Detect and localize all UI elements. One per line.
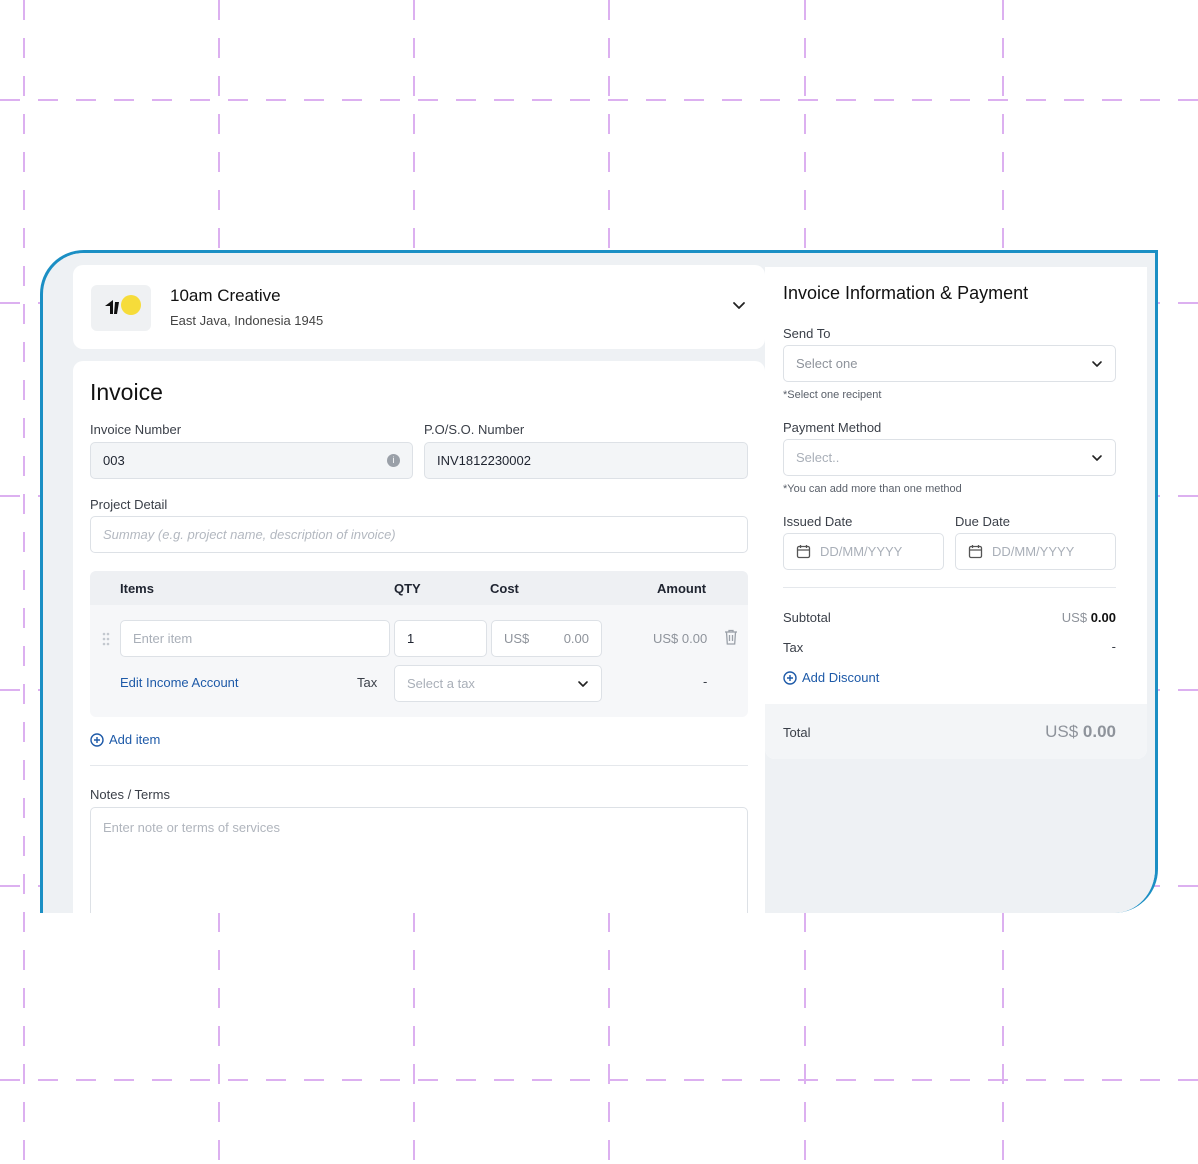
logo-mark-icon	[105, 300, 119, 314]
project-detail-input[interactable]: Summay (e.g. project name, description o…	[90, 516, 748, 553]
invoice-number-label: Invoice Number	[90, 422, 182, 437]
plus-circle-icon	[783, 670, 797, 685]
issued-date-placeholder: DD/MM/YYYY	[820, 544, 903, 559]
item-qty-value: 1	[407, 631, 415, 646]
total-row: Total US$ 0.00	[765, 704, 1147, 759]
info-icon[interactable]: i	[387, 454, 400, 467]
payment-method-placeholder: Select..	[796, 450, 840, 465]
send-to-label: Send To	[783, 326, 831, 341]
item-cost-input[interactable]: US$ 0.00	[491, 620, 602, 657]
edit-income-account-link[interactable]: Edit Income Account	[120, 675, 239, 690]
payment-method-hint: *You can add more than one method	[783, 483, 962, 495]
section-divider	[90, 765, 748, 766]
header-cost: Cost	[490, 581, 519, 596]
notes-textarea[interactable]: Enter note or terms of services	[90, 807, 748, 913]
po-number-value: INV1812230002	[437, 453, 531, 468]
invoice-editor: 10am Creative East Java, Indonesia 1945 …	[63, 253, 768, 913]
invoice-title: Invoice	[90, 379, 163, 405]
company-selector[interactable]: 10am Creative East Java, Indonesia 1945	[73, 265, 765, 349]
add-item-button[interactable]: Add item	[90, 732, 160, 747]
project-detail-placeholder: Summay (e.g. project name, description o…	[103, 527, 396, 542]
total-value: US$ 0.00	[1045, 722, 1116, 742]
chevron-down-icon[interactable]	[731, 297, 747, 313]
summary-divider	[783, 587, 1116, 588]
item-cost-currency: US$	[504, 631, 530, 646]
item-amount-currency: US$	[653, 631, 679, 646]
item-tax-amount: -	[703, 674, 708, 689]
header-qty: QTY	[394, 581, 421, 596]
send-to-select[interactable]: Select one	[783, 345, 1116, 382]
item-qty-input[interactable]: 1	[394, 620, 487, 657]
send-to-hint: *Select one recipent	[783, 389, 882, 401]
due-date-input[interactable]: DD/MM/YYYY	[955, 533, 1116, 570]
invoice-card: Invoice Invoice Number 003 i P.O/S.O. Nu…	[73, 361, 765, 913]
item-tax-label: Tax	[357, 675, 378, 690]
invoice-number-input[interactable]: 003 i	[90, 442, 413, 479]
issued-date-label: Issued Date	[783, 514, 853, 529]
tax-select-placeholder: Select a tax	[407, 676, 475, 691]
header-items: Items	[120, 581, 154, 596]
app-frame: 10am Creative East Java, Indonesia 1945 …	[40, 250, 1158, 913]
calendar-icon	[968, 545, 983, 559]
item-amount: US$ 0.00	[653, 631, 707, 646]
total-currency: US$	[1045, 722, 1079, 741]
po-number-input[interactable]: INV1812230002	[424, 442, 748, 479]
invoice-number-value: 003	[103, 453, 125, 468]
due-date-placeholder: DD/MM/YYYY	[992, 544, 1075, 559]
payment-method-label: Payment Method	[783, 420, 882, 435]
total-label: Total	[783, 725, 811, 740]
add-item-label: Add item	[109, 732, 161, 747]
issued-date-input[interactable]: DD/MM/YYYY	[783, 533, 944, 570]
chevron-down-icon	[1092, 455, 1102, 461]
po-number-label: P.O/S.O. Number	[424, 422, 525, 437]
send-to-placeholder: Select one	[796, 356, 858, 371]
subtotal-label: Subtotal	[783, 610, 831, 625]
drag-handle-icon[interactable]	[102, 632, 110, 646]
item-name-placeholder: Enter item	[133, 631, 193, 646]
company-name: 10am Creative	[170, 286, 281, 305]
notes-placeholder: Enter note or terms of services	[103, 820, 281, 835]
subtotal-currency: US$	[1061, 610, 1088, 625]
notes-label: Notes / Terms	[90, 787, 170, 802]
chevron-down-icon	[1092, 361, 1102, 367]
total-amount: 0.00	[1082, 722, 1116, 741]
item-name-input[interactable]: Enter item	[120, 620, 390, 657]
invoice-info-panel: Invoice Information & Payment Send To Se…	[765, 267, 1155, 913]
items-table: Items QTY Cost Amount Enter item 1 US$ 0…	[90, 571, 748, 717]
payment-method-select[interactable]: Select..	[783, 439, 1116, 476]
info-panel-title: Invoice Information & Payment	[783, 283, 1029, 303]
calendar-icon	[796, 545, 811, 559]
tax-summary-value: -	[1111, 639, 1116, 654]
company-address: East Java, Indonesia 1945	[170, 313, 324, 328]
trash-icon[interactable]	[724, 629, 738, 645]
company-logo	[91, 285, 151, 331]
chevron-down-icon	[578, 681, 588, 687]
items-table-header: Items QTY Cost Amount	[90, 571, 748, 605]
subtotal-value: US$ 0.00	[1062, 610, 1116, 625]
tax-summary-label: Tax	[783, 640, 804, 655]
item-cost-value: 0.00	[563, 631, 589, 646]
header-amount: Amount	[657, 581, 707, 596]
due-date-label: Due Date	[955, 514, 1010, 529]
subtotal-amount: 0.00	[1090, 610, 1116, 625]
item-amount-value: 0.00	[681, 631, 708, 646]
project-detail-label: Project Detail	[90, 497, 168, 512]
add-discount-button[interactable]: Add Discount	[783, 670, 879, 685]
logo-yellow-dot	[121, 295, 141, 315]
plus-circle-icon	[90, 732, 104, 747]
add-discount-label: Add Discount	[802, 670, 880, 685]
tax-select[interactable]: Select a tax	[394, 665, 602, 702]
invoice-info-card: Invoice Information & Payment Send To Se…	[765, 267, 1147, 759]
